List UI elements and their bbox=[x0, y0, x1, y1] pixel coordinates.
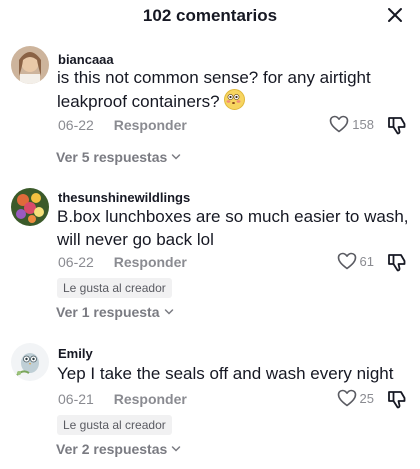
thumbs-down-icon bbox=[388, 117, 406, 135]
view-replies-button[interactable]: Ver 1 respuesta bbox=[56, 304, 175, 320]
like-count: 61 bbox=[359, 253, 374, 269]
comments-count-title: 102 comentarios bbox=[142, 6, 278, 25]
comment-date: 06-22 bbox=[58, 117, 94, 133]
comment-text: is this not common sense? for any airtig… bbox=[57, 68, 371, 111]
heart-icon bbox=[329, 115, 349, 133]
like-button[interactable]: 25 bbox=[337, 389, 374, 407]
comment-meta: 06-21 Responder bbox=[58, 391, 187, 407]
comment-username[interactable]: Emily bbox=[58, 346, 93, 361]
reply-button[interactable]: Responder bbox=[114, 391, 187, 407]
dislike-button[interactable] bbox=[386, 389, 408, 411]
reply-button[interactable]: Responder bbox=[114, 117, 187, 133]
comment-date: 06-22 bbox=[58, 254, 94, 270]
close-icon bbox=[388, 8, 402, 22]
reply-button[interactable]: Responder bbox=[114, 254, 187, 270]
comment-text: B.box lunchboxes are so much easier to w… bbox=[57, 207, 409, 249]
heart-icon bbox=[337, 389, 356, 407]
dislike-button[interactable] bbox=[386, 252, 408, 274]
like-button[interactable]: 158 bbox=[329, 115, 374, 133]
chevron-down-icon bbox=[172, 154, 181, 160]
close-button[interactable] bbox=[384, 4, 406, 26]
flushed-face-icon bbox=[224, 89, 246, 110]
dislike-button[interactable] bbox=[386, 115, 408, 137]
like-count: 158 bbox=[352, 116, 374, 132]
like-button[interactable]: 61 bbox=[337, 252, 374, 270]
avatar[interactable] bbox=[11, 343, 49, 381]
avatar[interactable] bbox=[11, 188, 49, 226]
comment-meta: 06-22 Responder bbox=[58, 117, 187, 133]
view-replies-button[interactable]: Ver 2 respuestas bbox=[56, 441, 182, 457]
chevron-down-icon bbox=[164, 309, 173, 315]
comment-date: 06-21 bbox=[58, 391, 94, 407]
like-count: 25 bbox=[359, 390, 374, 406]
thumbs-down-icon bbox=[388, 391, 406, 409]
comment-username[interactable]: thesunshinewildlings bbox=[58, 190, 190, 205]
heart-icon bbox=[337, 252, 356, 270]
view-replies-button[interactable]: Ver 5 respuestas bbox=[56, 149, 182, 165]
chevron-down-icon bbox=[172, 446, 181, 452]
liked-by-creator-badge: Le gusta al creador bbox=[57, 278, 172, 298]
avatar[interactable] bbox=[11, 46, 49, 84]
comment-text: Yep I take the seals off and wash every … bbox=[57, 364, 394, 383]
thumbs-down-icon bbox=[388, 254, 406, 272]
liked-by-creator-badge: Le gusta al creador bbox=[57, 415, 172, 435]
comments-header: 102 comentarios bbox=[0, 0, 420, 34]
comment-username[interactable]: biancaaa bbox=[58, 52, 114, 67]
comment-meta: 06-22 Responder bbox=[58, 254, 187, 270]
